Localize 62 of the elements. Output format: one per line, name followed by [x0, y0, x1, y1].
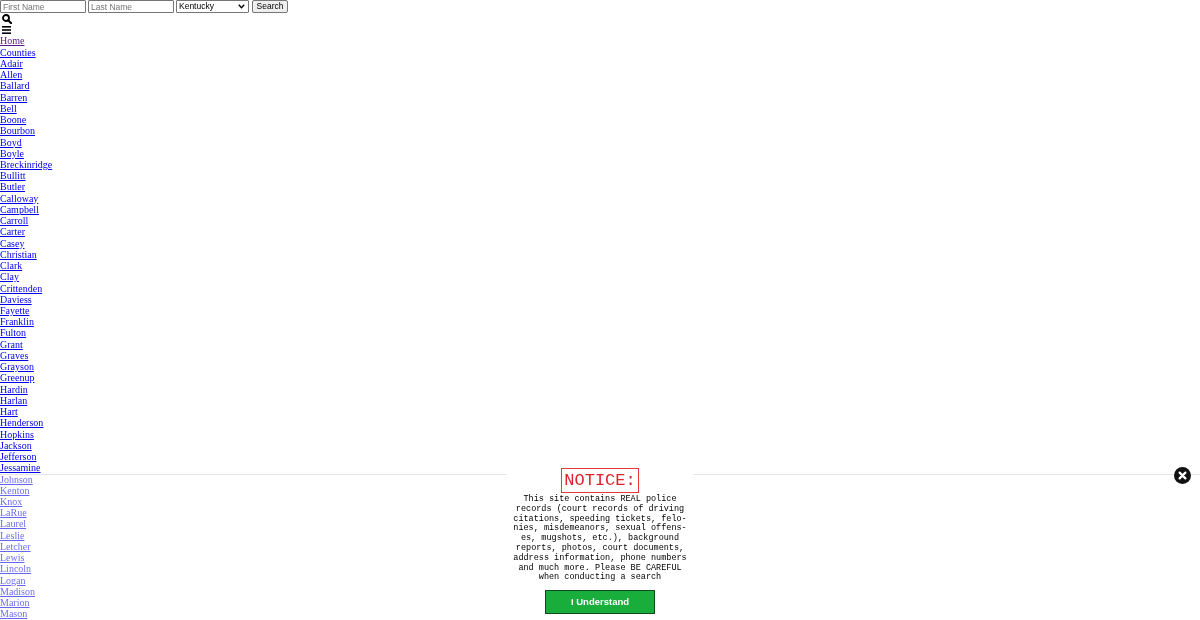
nav-link[interactable]: Jackson — [0, 439, 32, 452]
nav-link[interactable]: Counties — [0, 46, 36, 58]
nav-link[interactable]: Clay — [0, 271, 19, 283]
nav-link[interactable]: Boone — [0, 114, 27, 126]
nav-link[interactable]: Bourbon — [0, 125, 35, 137]
nav-link[interactable]: Bell — [0, 102, 17, 115]
close-icon[interactable] — [1174, 467, 1191, 484]
nav-link[interactable]: Casey — [0, 237, 25, 249]
last-name-field[interactable]: Last Name — [88, 0, 174, 13]
nav-link[interactable]: Crittenden — [0, 282, 43, 294]
nav-link[interactable]: Johnson — [0, 473, 33, 485]
nav-link[interactable]: Kenton — [0, 484, 30, 496]
notice-message: This site contains REAL police records (court records of driving citations, speeding tickets, felo-nies, misdemeanors, sexual offens-es, mugshots, etc.), background reports, photos, court documents, address information, phone numbers and much more. Please BE CAREFUL when conducting a search — [512, 495, 688, 584]
nav-link[interactable]: Carter — [0, 226, 25, 238]
nav-link[interactable]: Jefferson — [0, 451, 37, 463]
nav-link[interactable]: Logan — [0, 574, 26, 586]
nav-link[interactable]: Knox — [0, 496, 23, 508]
nav-link[interactable]: Boyle — [0, 147, 24, 159]
nav-link[interactable]: Daviess — [0, 293, 32, 305]
nav-link[interactable]: Greenup — [0, 372, 35, 384]
nav-link[interactable]: Mason — [0, 608, 28, 620]
nav-link[interactable]: Fayette — [0, 305, 30, 317]
state-dropdown[interactable]: Kentucky — [176, 0, 249, 13]
nav-link[interactable]: Letcher — [0, 540, 31, 553]
nav-link[interactable]: LaRue — [0, 507, 27, 519]
nav-link[interactable]: Ballard — [0, 80, 30, 92]
nav-link[interactable]: Bullitt — [0, 170, 26, 182]
search-button[interactable]: Search — [252, 0, 288, 13]
nav-link[interactable]: Home — [0, 35, 25, 47]
nav-link[interactable]: Breckinridge — [0, 158, 53, 171]
nav-link[interactable]: Lincoln — [0, 563, 32, 575]
nav-link[interactable]: Henderson — [0, 417, 44, 429]
nav-link[interactable]: Madison — [0, 585, 35, 598]
nav-link[interactable]: Campbell — [0, 203, 39, 216]
search-icon[interactable] — [2, 13, 12, 24]
nav-link[interactable]: Grant — [0, 338, 23, 350]
nav-link[interactable]: Hopkins — [0, 428, 34, 440]
menu-icon[interactable] — [2, 25, 11, 34]
nav-link[interactable]: Hardin — [0, 383, 28, 395]
nav-link[interactable]: Leslie — [0, 529, 25, 541]
first-name-field[interactable]: First Name — [0, 0, 86, 13]
nav-link[interactable]: Graves — [0, 349, 29, 362]
nav-link[interactable]: Fulton — [0, 327, 27, 339]
chevron-icon — [238, 4, 245, 9]
nav-link[interactable]: Adair — [0, 57, 23, 70]
nav-link[interactable]: Hart — [0, 406, 18, 418]
nav-link[interactable]: Harlan — [0, 394, 28, 407]
nav-link[interactable]: Laurel — [0, 518, 27, 530]
nav-link[interactable]: Franklin — [0, 316, 34, 328]
nav-link[interactable]: Grayson — [0, 361, 34, 373]
notice-title: NOTICE: — [561, 468, 639, 493]
nav-link[interactable]: Christian — [0, 248, 37, 261]
nav-link[interactable]: Calloway — [0, 192, 39, 204]
nav-link[interactable]: Carroll — [0, 215, 29, 227]
nav-link[interactable]: Clark — [0, 260, 23, 272]
nav-link[interactable]: Allen — [0, 69, 23, 81]
nav-link[interactable]: Butler — [0, 181, 25, 193]
nav-link[interactable]: Boyd — [0, 136, 22, 148]
nav-link[interactable]: Marion — [0, 597, 30, 609]
nav-link[interactable]: Jessamine — [0, 462, 41, 474]
nav-link[interactable]: Barren — [0, 91, 28, 103]
nav-link[interactable]: Lewis — [0, 552, 25, 564]
